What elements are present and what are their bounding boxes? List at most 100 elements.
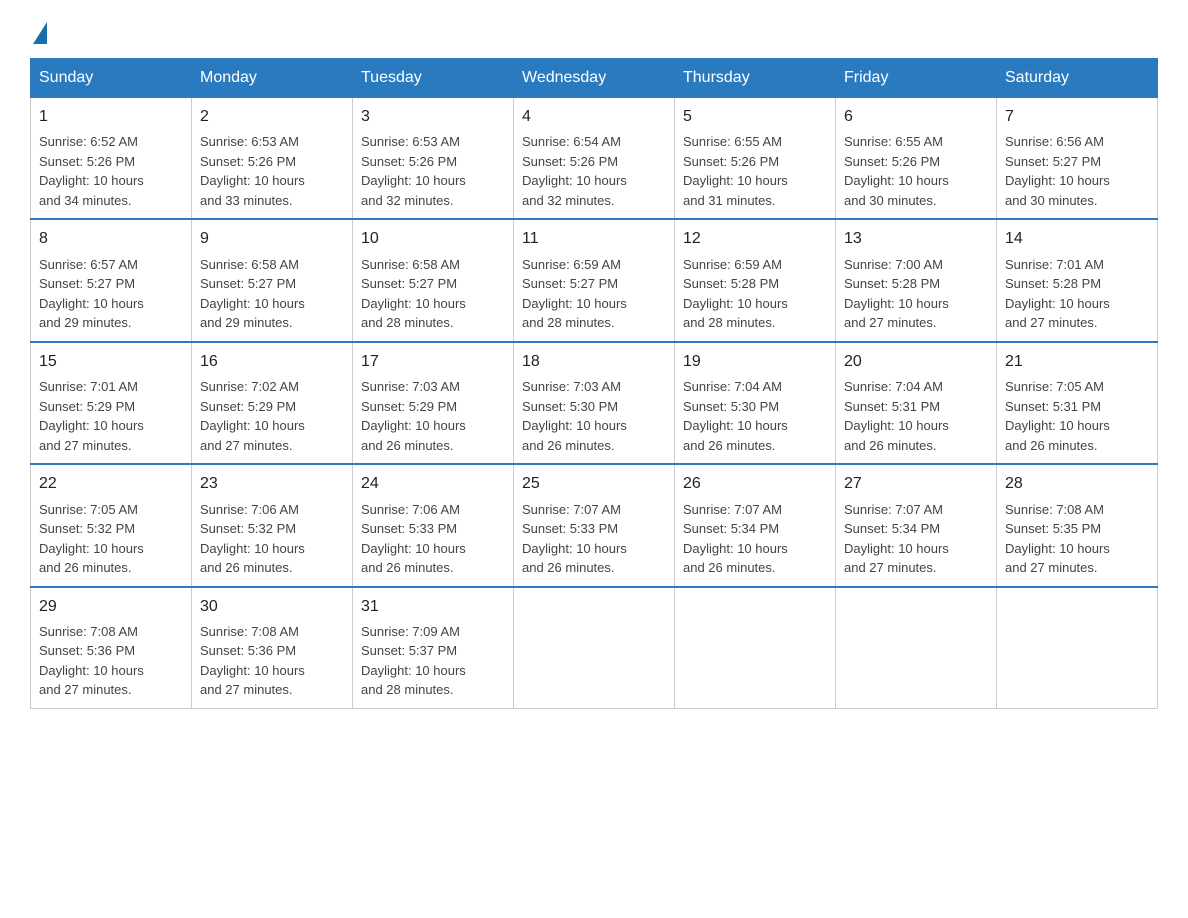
day-info: Sunrise: 7:07 AMSunset: 5:34 PMDaylight:… xyxy=(683,502,788,576)
day-number: 17 xyxy=(361,351,505,373)
calendar-day-cell: 9 Sunrise: 6:58 AMSunset: 5:27 PMDayligh… xyxy=(192,219,353,341)
calendar-day-cell: 30 Sunrise: 7:08 AMSunset: 5:36 PMDaylig… xyxy=(192,587,353,709)
calendar-day-cell xyxy=(836,587,997,709)
calendar-week-row: 22 Sunrise: 7:05 AMSunset: 5:32 PMDaylig… xyxy=(31,464,1158,586)
day-info: Sunrise: 7:09 AMSunset: 5:37 PMDaylight:… xyxy=(361,624,466,698)
day-info: Sunrise: 6:52 AMSunset: 5:26 PMDaylight:… xyxy=(39,134,144,208)
day-info: Sunrise: 7:01 AMSunset: 5:28 PMDaylight:… xyxy=(1005,257,1110,331)
weekday-header-saturday: Saturday xyxy=(997,59,1158,98)
day-number: 28 xyxy=(1005,473,1149,495)
day-info: Sunrise: 7:03 AMSunset: 5:29 PMDaylight:… xyxy=(361,379,466,453)
day-info: Sunrise: 7:08 AMSunset: 5:35 PMDaylight:… xyxy=(1005,502,1110,576)
calendar-week-row: 29 Sunrise: 7:08 AMSunset: 5:36 PMDaylig… xyxy=(31,587,1158,709)
day-number: 1 xyxy=(39,106,183,128)
day-info: Sunrise: 7:07 AMSunset: 5:33 PMDaylight:… xyxy=(522,502,627,576)
day-number: 6 xyxy=(844,106,988,128)
day-info: Sunrise: 7:08 AMSunset: 5:36 PMDaylight:… xyxy=(200,624,305,698)
day-info: Sunrise: 6:57 AMSunset: 5:27 PMDaylight:… xyxy=(39,257,144,331)
calendar-day-cell xyxy=(514,587,675,709)
day-number: 25 xyxy=(522,473,666,495)
calendar-week-row: 15 Sunrise: 7:01 AMSunset: 5:29 PMDaylig… xyxy=(31,342,1158,464)
day-info: Sunrise: 7:07 AMSunset: 5:34 PMDaylight:… xyxy=(844,502,949,576)
day-number: 10 xyxy=(361,228,505,250)
weekday-header-thursday: Thursday xyxy=(675,59,836,98)
day-info: Sunrise: 6:54 AMSunset: 5:26 PMDaylight:… xyxy=(522,134,627,208)
calendar-day-cell: 19 Sunrise: 7:04 AMSunset: 5:30 PMDaylig… xyxy=(675,342,836,464)
logo-triangle-icon xyxy=(33,22,47,44)
day-number: 29 xyxy=(39,596,183,618)
day-number: 9 xyxy=(200,228,344,250)
day-number: 20 xyxy=(844,351,988,373)
calendar-day-cell: 12 Sunrise: 6:59 AMSunset: 5:28 PMDaylig… xyxy=(675,219,836,341)
weekday-header-tuesday: Tuesday xyxy=(353,59,514,98)
day-number: 8 xyxy=(39,228,183,250)
day-number: 26 xyxy=(683,473,827,495)
calendar-day-cell: 10 Sunrise: 6:58 AMSunset: 5:27 PMDaylig… xyxy=(353,219,514,341)
calendar-day-cell: 1 Sunrise: 6:52 AMSunset: 5:26 PMDayligh… xyxy=(31,98,192,220)
calendar-day-cell: 26 Sunrise: 7:07 AMSunset: 5:34 PMDaylig… xyxy=(675,464,836,586)
day-info: Sunrise: 7:04 AMSunset: 5:31 PMDaylight:… xyxy=(844,379,949,453)
day-info: Sunrise: 7:08 AMSunset: 5:36 PMDaylight:… xyxy=(39,624,144,698)
day-number: 3 xyxy=(361,106,505,128)
calendar-day-cell: 18 Sunrise: 7:03 AMSunset: 5:30 PMDaylig… xyxy=(514,342,675,464)
calendar-day-cell: 28 Sunrise: 7:08 AMSunset: 5:35 PMDaylig… xyxy=(997,464,1158,586)
calendar-day-cell: 3 Sunrise: 6:53 AMSunset: 5:26 PMDayligh… xyxy=(353,98,514,220)
calendar-day-cell xyxy=(997,587,1158,709)
day-number: 7 xyxy=(1005,106,1149,128)
day-info: Sunrise: 7:01 AMSunset: 5:29 PMDaylight:… xyxy=(39,379,144,453)
calendar-day-cell: 24 Sunrise: 7:06 AMSunset: 5:33 PMDaylig… xyxy=(353,464,514,586)
calendar-day-cell: 23 Sunrise: 7:06 AMSunset: 5:32 PMDaylig… xyxy=(192,464,353,586)
day-info: Sunrise: 6:56 AMSunset: 5:27 PMDaylight:… xyxy=(1005,134,1110,208)
calendar-table: SundayMondayTuesdayWednesdayThursdayFrid… xyxy=(30,58,1158,709)
day-number: 4 xyxy=(522,106,666,128)
calendar-day-cell: 29 Sunrise: 7:08 AMSunset: 5:36 PMDaylig… xyxy=(31,587,192,709)
calendar-day-cell: 13 Sunrise: 7:00 AMSunset: 5:28 PMDaylig… xyxy=(836,219,997,341)
weekday-header-friday: Friday xyxy=(836,59,997,98)
calendar-day-cell: 6 Sunrise: 6:55 AMSunset: 5:26 PMDayligh… xyxy=(836,98,997,220)
day-number: 18 xyxy=(522,351,666,373)
logo xyxy=(30,20,47,40)
calendar-day-cell: 20 Sunrise: 7:04 AMSunset: 5:31 PMDaylig… xyxy=(836,342,997,464)
calendar-day-cell: 16 Sunrise: 7:02 AMSunset: 5:29 PMDaylig… xyxy=(192,342,353,464)
day-number: 15 xyxy=(39,351,183,373)
calendar-day-cell: 17 Sunrise: 7:03 AMSunset: 5:29 PMDaylig… xyxy=(353,342,514,464)
day-number: 31 xyxy=(361,596,505,618)
weekday-header-sunday: Sunday xyxy=(31,59,192,98)
weekday-header-monday: Monday xyxy=(192,59,353,98)
day-number: 14 xyxy=(1005,228,1149,250)
calendar-day-cell: 22 Sunrise: 7:05 AMSunset: 5:32 PMDaylig… xyxy=(31,464,192,586)
day-number: 22 xyxy=(39,473,183,495)
day-info: Sunrise: 7:00 AMSunset: 5:28 PMDaylight:… xyxy=(844,257,949,331)
day-number: 24 xyxy=(361,473,505,495)
calendar-day-cell xyxy=(675,587,836,709)
calendar-day-cell: 15 Sunrise: 7:01 AMSunset: 5:29 PMDaylig… xyxy=(31,342,192,464)
day-info: Sunrise: 6:53 AMSunset: 5:26 PMDaylight:… xyxy=(361,134,466,208)
day-number: 2 xyxy=(200,106,344,128)
calendar-day-cell: 4 Sunrise: 6:54 AMSunset: 5:26 PMDayligh… xyxy=(514,98,675,220)
day-info: Sunrise: 6:59 AMSunset: 5:27 PMDaylight:… xyxy=(522,257,627,331)
page-header xyxy=(30,20,1158,40)
calendar-day-cell: 5 Sunrise: 6:55 AMSunset: 5:26 PMDayligh… xyxy=(675,98,836,220)
day-info: Sunrise: 6:58 AMSunset: 5:27 PMDaylight:… xyxy=(200,257,305,331)
weekday-header-row: SundayMondayTuesdayWednesdayThursdayFrid… xyxy=(31,59,1158,98)
calendar-day-cell: 14 Sunrise: 7:01 AMSunset: 5:28 PMDaylig… xyxy=(997,219,1158,341)
day-info: Sunrise: 7:05 AMSunset: 5:31 PMDaylight:… xyxy=(1005,379,1110,453)
calendar-day-cell: 31 Sunrise: 7:09 AMSunset: 5:37 PMDaylig… xyxy=(353,587,514,709)
day-info: Sunrise: 6:55 AMSunset: 5:26 PMDaylight:… xyxy=(844,134,949,208)
calendar-week-row: 8 Sunrise: 6:57 AMSunset: 5:27 PMDayligh… xyxy=(31,219,1158,341)
day-number: 16 xyxy=(200,351,344,373)
day-number: 19 xyxy=(683,351,827,373)
day-number: 11 xyxy=(522,228,666,250)
day-info: Sunrise: 6:55 AMSunset: 5:26 PMDaylight:… xyxy=(683,134,788,208)
weekday-header-wednesday: Wednesday xyxy=(514,59,675,98)
day-info: Sunrise: 7:02 AMSunset: 5:29 PMDaylight:… xyxy=(200,379,305,453)
calendar-day-cell: 8 Sunrise: 6:57 AMSunset: 5:27 PMDayligh… xyxy=(31,219,192,341)
day-number: 27 xyxy=(844,473,988,495)
day-info: Sunrise: 7:06 AMSunset: 5:32 PMDaylight:… xyxy=(200,502,305,576)
calendar-day-cell: 7 Sunrise: 6:56 AMSunset: 5:27 PMDayligh… xyxy=(997,98,1158,220)
day-number: 23 xyxy=(200,473,344,495)
day-number: 21 xyxy=(1005,351,1149,373)
calendar-day-cell: 11 Sunrise: 6:59 AMSunset: 5:27 PMDaylig… xyxy=(514,219,675,341)
day-info: Sunrise: 6:58 AMSunset: 5:27 PMDaylight:… xyxy=(361,257,466,331)
calendar-week-row: 1 Sunrise: 6:52 AMSunset: 5:26 PMDayligh… xyxy=(31,98,1158,220)
